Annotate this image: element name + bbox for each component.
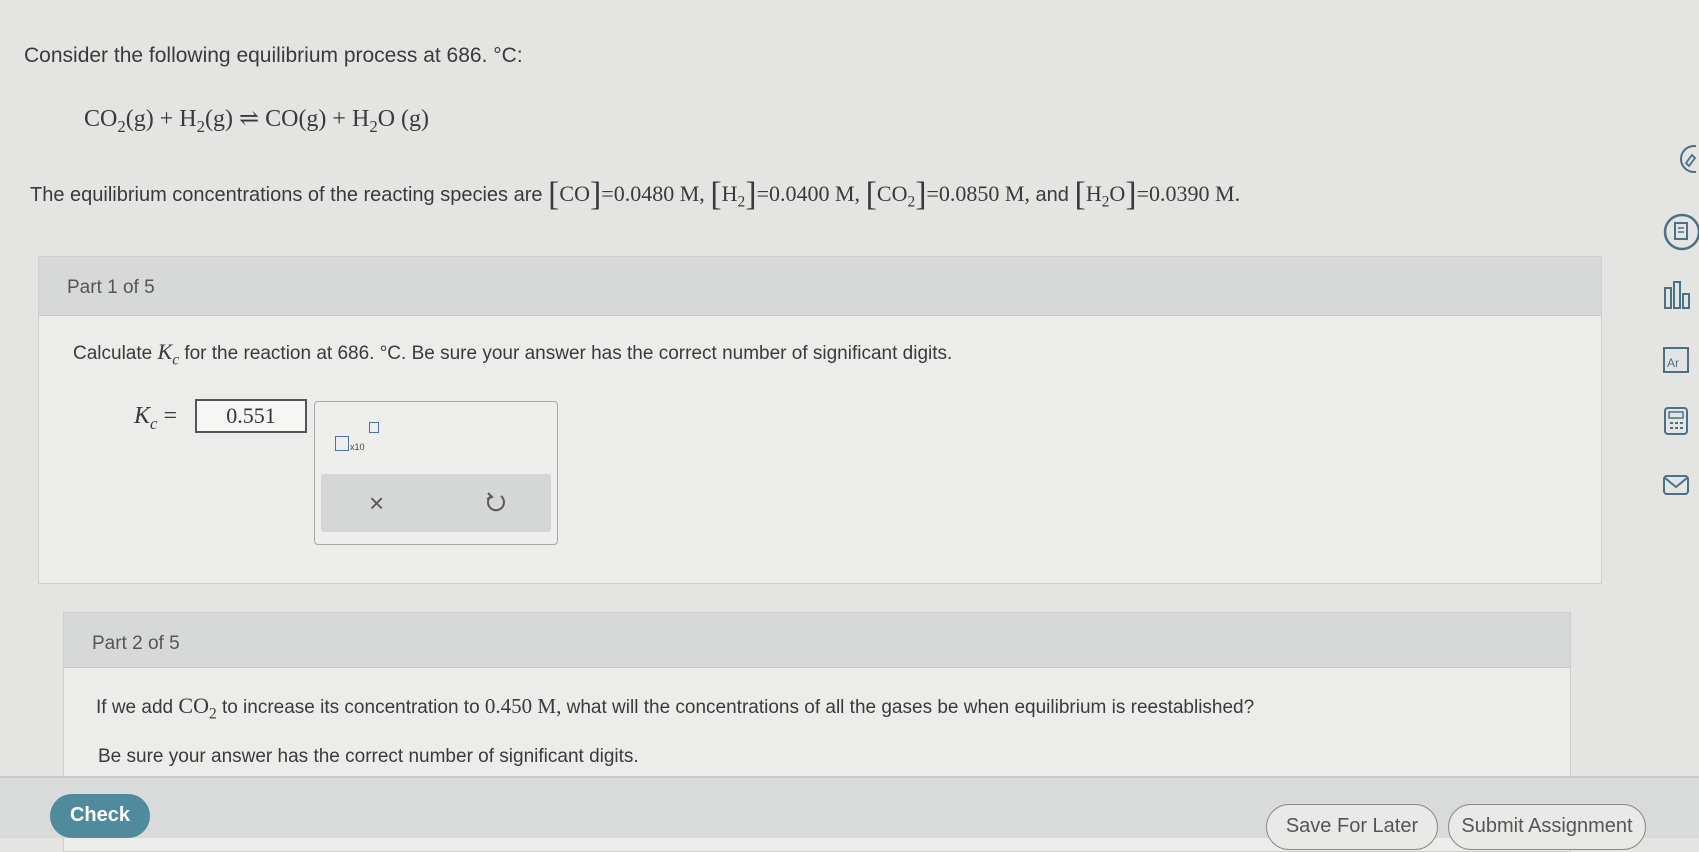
kc-label: Kc =	[134, 403, 178, 433]
conc-co: [CO]=0.0480 M,	[548, 176, 705, 213]
part2-instruction: Be sure your answer has the correct numb…	[98, 746, 639, 767]
conc-h2o: [H2O]=0.0390 M.	[1074, 176, 1241, 213]
check-button[interactable]: Check	[50, 794, 150, 838]
svg-text:Ar: Ar	[1667, 356, 1679, 370]
part2-label: Part 2 of 5	[92, 633, 180, 654]
problem-intro: Consider the following equilibrium proce…	[24, 44, 523, 67]
kc-answer-input[interactable]: 0.551	[195, 399, 307, 433]
part1-header: Part 1 of 5	[39, 257, 1601, 316]
answer-palette: x10 ×	[314, 401, 558, 545]
scientific-notation-button[interactable]: x10	[335, 422, 395, 458]
part1-panel: Part 1 of 5 Calculate Kc for the reactio…	[38, 256, 1602, 584]
part2-header: Part 2 of 5	[64, 613, 1570, 668]
conc-h2: [H2]=0.0400 M,	[710, 176, 861, 213]
equilibrium-concentrations: The equilibrium concentrations of the re…	[30, 176, 1241, 213]
periodic-table-icon[interactable]: Ar	[1662, 346, 1690, 374]
footer-bar: Check Save For Later Submit Assignment	[0, 776, 1699, 850]
mail-icon[interactable]	[1662, 474, 1690, 496]
reaction-equation: CO2(g) + H2(g) ⇌ CO(g) + H2O (g)	[84, 106, 430, 136]
pencil-icon[interactable]	[1674, 144, 1696, 174]
save-for-later-button[interactable]: Save For Later	[1266, 804, 1438, 850]
palette-actions: ×	[321, 474, 551, 532]
calculator-icon[interactable]	[1663, 406, 1689, 436]
part1-label: Part 1 of 5	[67, 277, 155, 298]
conc-co2: [CO2]=0.0850 M,	[865, 176, 1030, 213]
undo-icon[interactable]	[483, 490, 509, 516]
base-box-icon	[335, 436, 349, 451]
clear-button[interactable]: ×	[369, 488, 384, 519]
submit-assignment-button[interactable]: Submit Assignment	[1448, 804, 1646, 850]
chart-icon[interactable]	[1662, 280, 1692, 310]
part1-question: Calculate Kc for the reaction at 686. °C…	[73, 339, 953, 369]
exponent-box-icon	[369, 422, 379, 433]
x10-label: x10	[350, 442, 365, 452]
part2-question: If we add CO2 to increase its concentrat…	[96, 693, 1255, 723]
equilibrium-arrow: ⇌	[238, 106, 260, 132]
reference-icon[interactable]	[1662, 212, 1699, 252]
